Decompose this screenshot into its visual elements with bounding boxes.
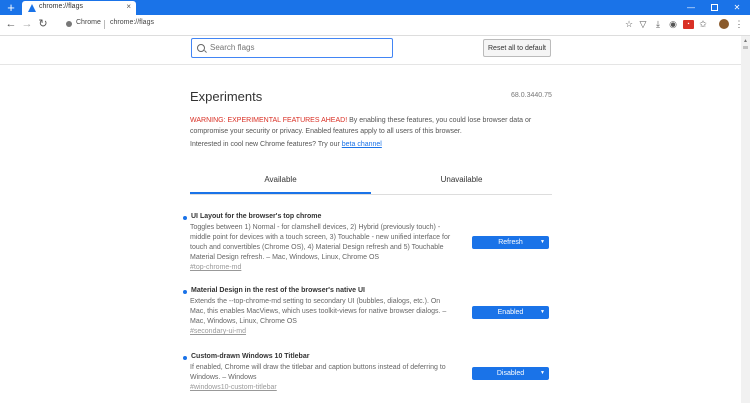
- page-title: Experiments: [190, 89, 263, 104]
- warning-label: WARNING: EXPERIMENTAL FEATURES AHEAD!: [190, 117, 348, 124]
- experiment-select-value: Enabled: [497, 309, 524, 316]
- new-tab-button[interactable]: +: [0, 0, 22, 15]
- flags-icon: [28, 4, 36, 12]
- shield-icon[interactable]: ▽: [637, 18, 649, 30]
- star-icon[interactable]: ☆: [623, 18, 635, 30]
- experiment-link[interactable]: #top-chrome-md: [190, 264, 241, 271]
- header-divider: [0, 64, 741, 65]
- scheme-label: Chrome: [76, 19, 101, 26]
- search-field[interactable]: [191, 38, 393, 58]
- sync-icon[interactable]: ◉: [667, 18, 679, 30]
- experiment-description: If enabled, Chrome will draw the titleba…: [190, 364, 446, 381]
- download-icon[interactable]: ⤓: [652, 18, 664, 30]
- new-indicator-dot: [183, 356, 187, 360]
- minimize-button[interactable]: —: [680, 0, 702, 15]
- reset-all-button[interactable]: Reset all to default: [483, 39, 551, 57]
- extension-star-icon[interactable]: ✩: [697, 18, 709, 30]
- tab-available[interactable]: Available: [190, 175, 371, 192]
- beta-promo: Interested in cool new Chrome features? …: [190, 141, 382, 148]
- reload-icon[interactable]: ↻: [36, 17, 50, 31]
- warning-text: WARNING: EXPERIMENTAL FEATURES AHEAD! By…: [190, 115, 550, 137]
- experiment-select[interactable]: Enabled ▼: [472, 306, 549, 319]
- experiment-select[interactable]: Disabled ▼: [472, 367, 549, 380]
- new-indicator-dot: [183, 290, 187, 294]
- new-indicator-dot: [183, 216, 187, 220]
- experiment-select-value: Refresh: [498, 239, 523, 246]
- back-icon[interactable]: ←: [4, 17, 18, 31]
- maximize-icon: [710, 4, 718, 12]
- experiment-title: Custom-drawn Windows 10 Titlebar: [191, 353, 310, 360]
- experiment-item: Custom-drawn Windows 10 Titlebar If enab…: [183, 353, 553, 395]
- avatar[interactable]: [719, 19, 729, 29]
- experiment-item: Material Design in the rest of the brows…: [183, 287, 553, 339]
- chevron-down-icon: ▼: [540, 239, 545, 245]
- experiment-description: Extends the --top-chrome-md setting to s…: [190, 298, 447, 325]
- beta-promo-text: Interested in cool new Chrome features? …: [190, 141, 342, 148]
- experiment-title: UI Layout for the browser's top chrome: [191, 213, 322, 220]
- experiment-item: UI Layout for the browser's top chrome T…: [183, 213, 553, 273]
- experiment-description: Toggles between 1) Normal - for clamshel…: [190, 224, 451, 261]
- scroll-thumb[interactable]: [743, 46, 748, 49]
- title-bar: + chrome://flags × — ✕: [0, 0, 750, 15]
- beta-channel-link[interactable]: beta channel: [342, 141, 382, 148]
- forward-icon[interactable]: →: [20, 17, 34, 31]
- maximize-button[interactable]: [703, 0, 725, 15]
- extension-icon[interactable]: ▪: [683, 20, 694, 29]
- experiment-select-value: Disabled: [496, 370, 525, 377]
- tab-unavailable[interactable]: Unavailable: [371, 175, 552, 192]
- experiment-title: Material Design in the rest of the brows…: [191, 287, 365, 294]
- tab-title: chrome://flags: [39, 3, 83, 10]
- close-window-button[interactable]: ✕: [726, 0, 748, 15]
- tabs-divider: [190, 194, 552, 195]
- browser-tab[interactable]: chrome://flags ×: [22, 1, 136, 15]
- kebab-menu-icon[interactable]: ⋮: [733, 18, 745, 30]
- tab-close-icon[interactable]: ×: [126, 2, 131, 11]
- address-separator: [104, 20, 105, 29]
- search-input[interactable]: [208, 42, 392, 53]
- chevron-down-icon: ▼: [540, 370, 545, 376]
- address-bar[interactable]: Chrome chrome://flags: [62, 18, 622, 31]
- scrollbar[interactable]: ▲: [741, 36, 750, 403]
- chrome-page-icon: [66, 21, 72, 27]
- search-icon: [197, 44, 205, 52]
- chevron-down-icon: ▼: [540, 309, 545, 315]
- version-label: 68.0.3440.75: [511, 92, 552, 99]
- experiment-link[interactable]: #windows10-custom-titlebar: [190, 384, 277, 391]
- url-text[interactable]: chrome://flags: [110, 19, 154, 26]
- scroll-up-icon[interactable]: ▲: [743, 38, 748, 44]
- experiment-link[interactable]: #secondary-ui-md: [190, 328, 246, 335]
- experiment-select[interactable]: Refresh ▼: [472, 236, 549, 249]
- browser-toolbar: ← → ↻ Chrome chrome://flags ☆ ▽ ⤓ ◉ ▪ ✩ …: [0, 15, 750, 36]
